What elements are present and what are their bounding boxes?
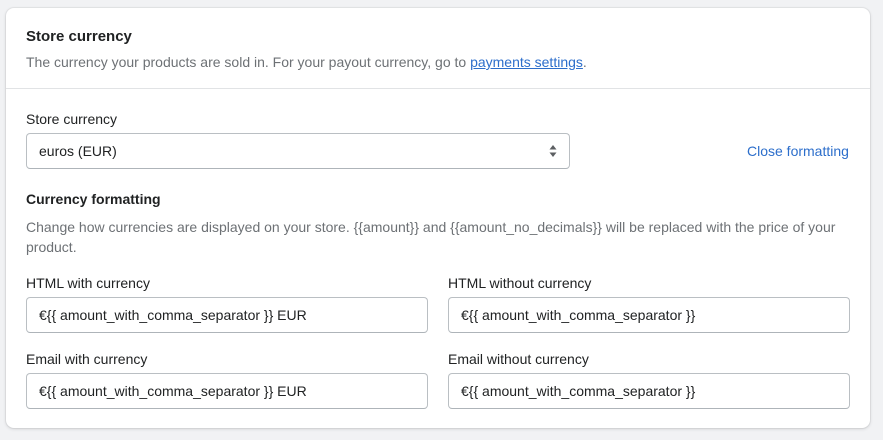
card-title: Store currency xyxy=(26,28,132,45)
html-without-currency-label: HTML without currency xyxy=(448,275,592,291)
email-with-currency-input[interactable]: €{{ amount_with_comma_separator }} EUR xyxy=(26,373,428,409)
email-without-currency-value: €{{ amount_with_comma_separator }} xyxy=(461,383,696,399)
card-description: The currency your products are sold in. … xyxy=(26,54,587,70)
html-without-currency-value: €{{ amount_with_comma_separator }} xyxy=(461,307,696,323)
currency-formatting-title: Currency formatting xyxy=(26,191,161,207)
card-header: Store currency The currency your product… xyxy=(6,8,870,89)
email-without-currency-input[interactable]: €{{ amount_with_comma_separator }} xyxy=(448,373,850,409)
email-without-currency-label: Email without currency xyxy=(448,351,589,367)
card-description-text: The currency your products are sold in. … xyxy=(26,54,471,70)
payments-settings-link[interactable]: payments settings xyxy=(470,54,583,70)
close-formatting-link[interactable]: Close formatting xyxy=(747,143,849,159)
currency-formatting-description: Change how currencies are displayed on y… xyxy=(26,219,836,255)
store-currency-select[interactable]: euros (EUR) xyxy=(26,133,570,169)
chevron-up-down-icon xyxy=(549,145,557,157)
store-currency-value: euros (EUR) xyxy=(39,143,117,159)
html-with-currency-label: HTML with currency xyxy=(26,275,150,291)
store-currency-card: Store currency The currency your product… xyxy=(6,8,870,428)
html-with-currency-input[interactable]: €{{ amount_with_comma_separator }} EUR xyxy=(26,297,428,333)
email-with-currency-value: €{{ amount_with_comma_separator }} EUR xyxy=(39,383,307,399)
card-description-end: . xyxy=(582,54,587,70)
store-currency-label: Store currency xyxy=(26,111,118,127)
html-without-currency-input[interactable]: €{{ amount_with_comma_separator }} xyxy=(448,297,850,333)
email-with-currency-label: Email with currency xyxy=(26,351,148,367)
html-with-currency-value: €{{ amount_with_comma_separator }} EUR xyxy=(39,307,307,323)
